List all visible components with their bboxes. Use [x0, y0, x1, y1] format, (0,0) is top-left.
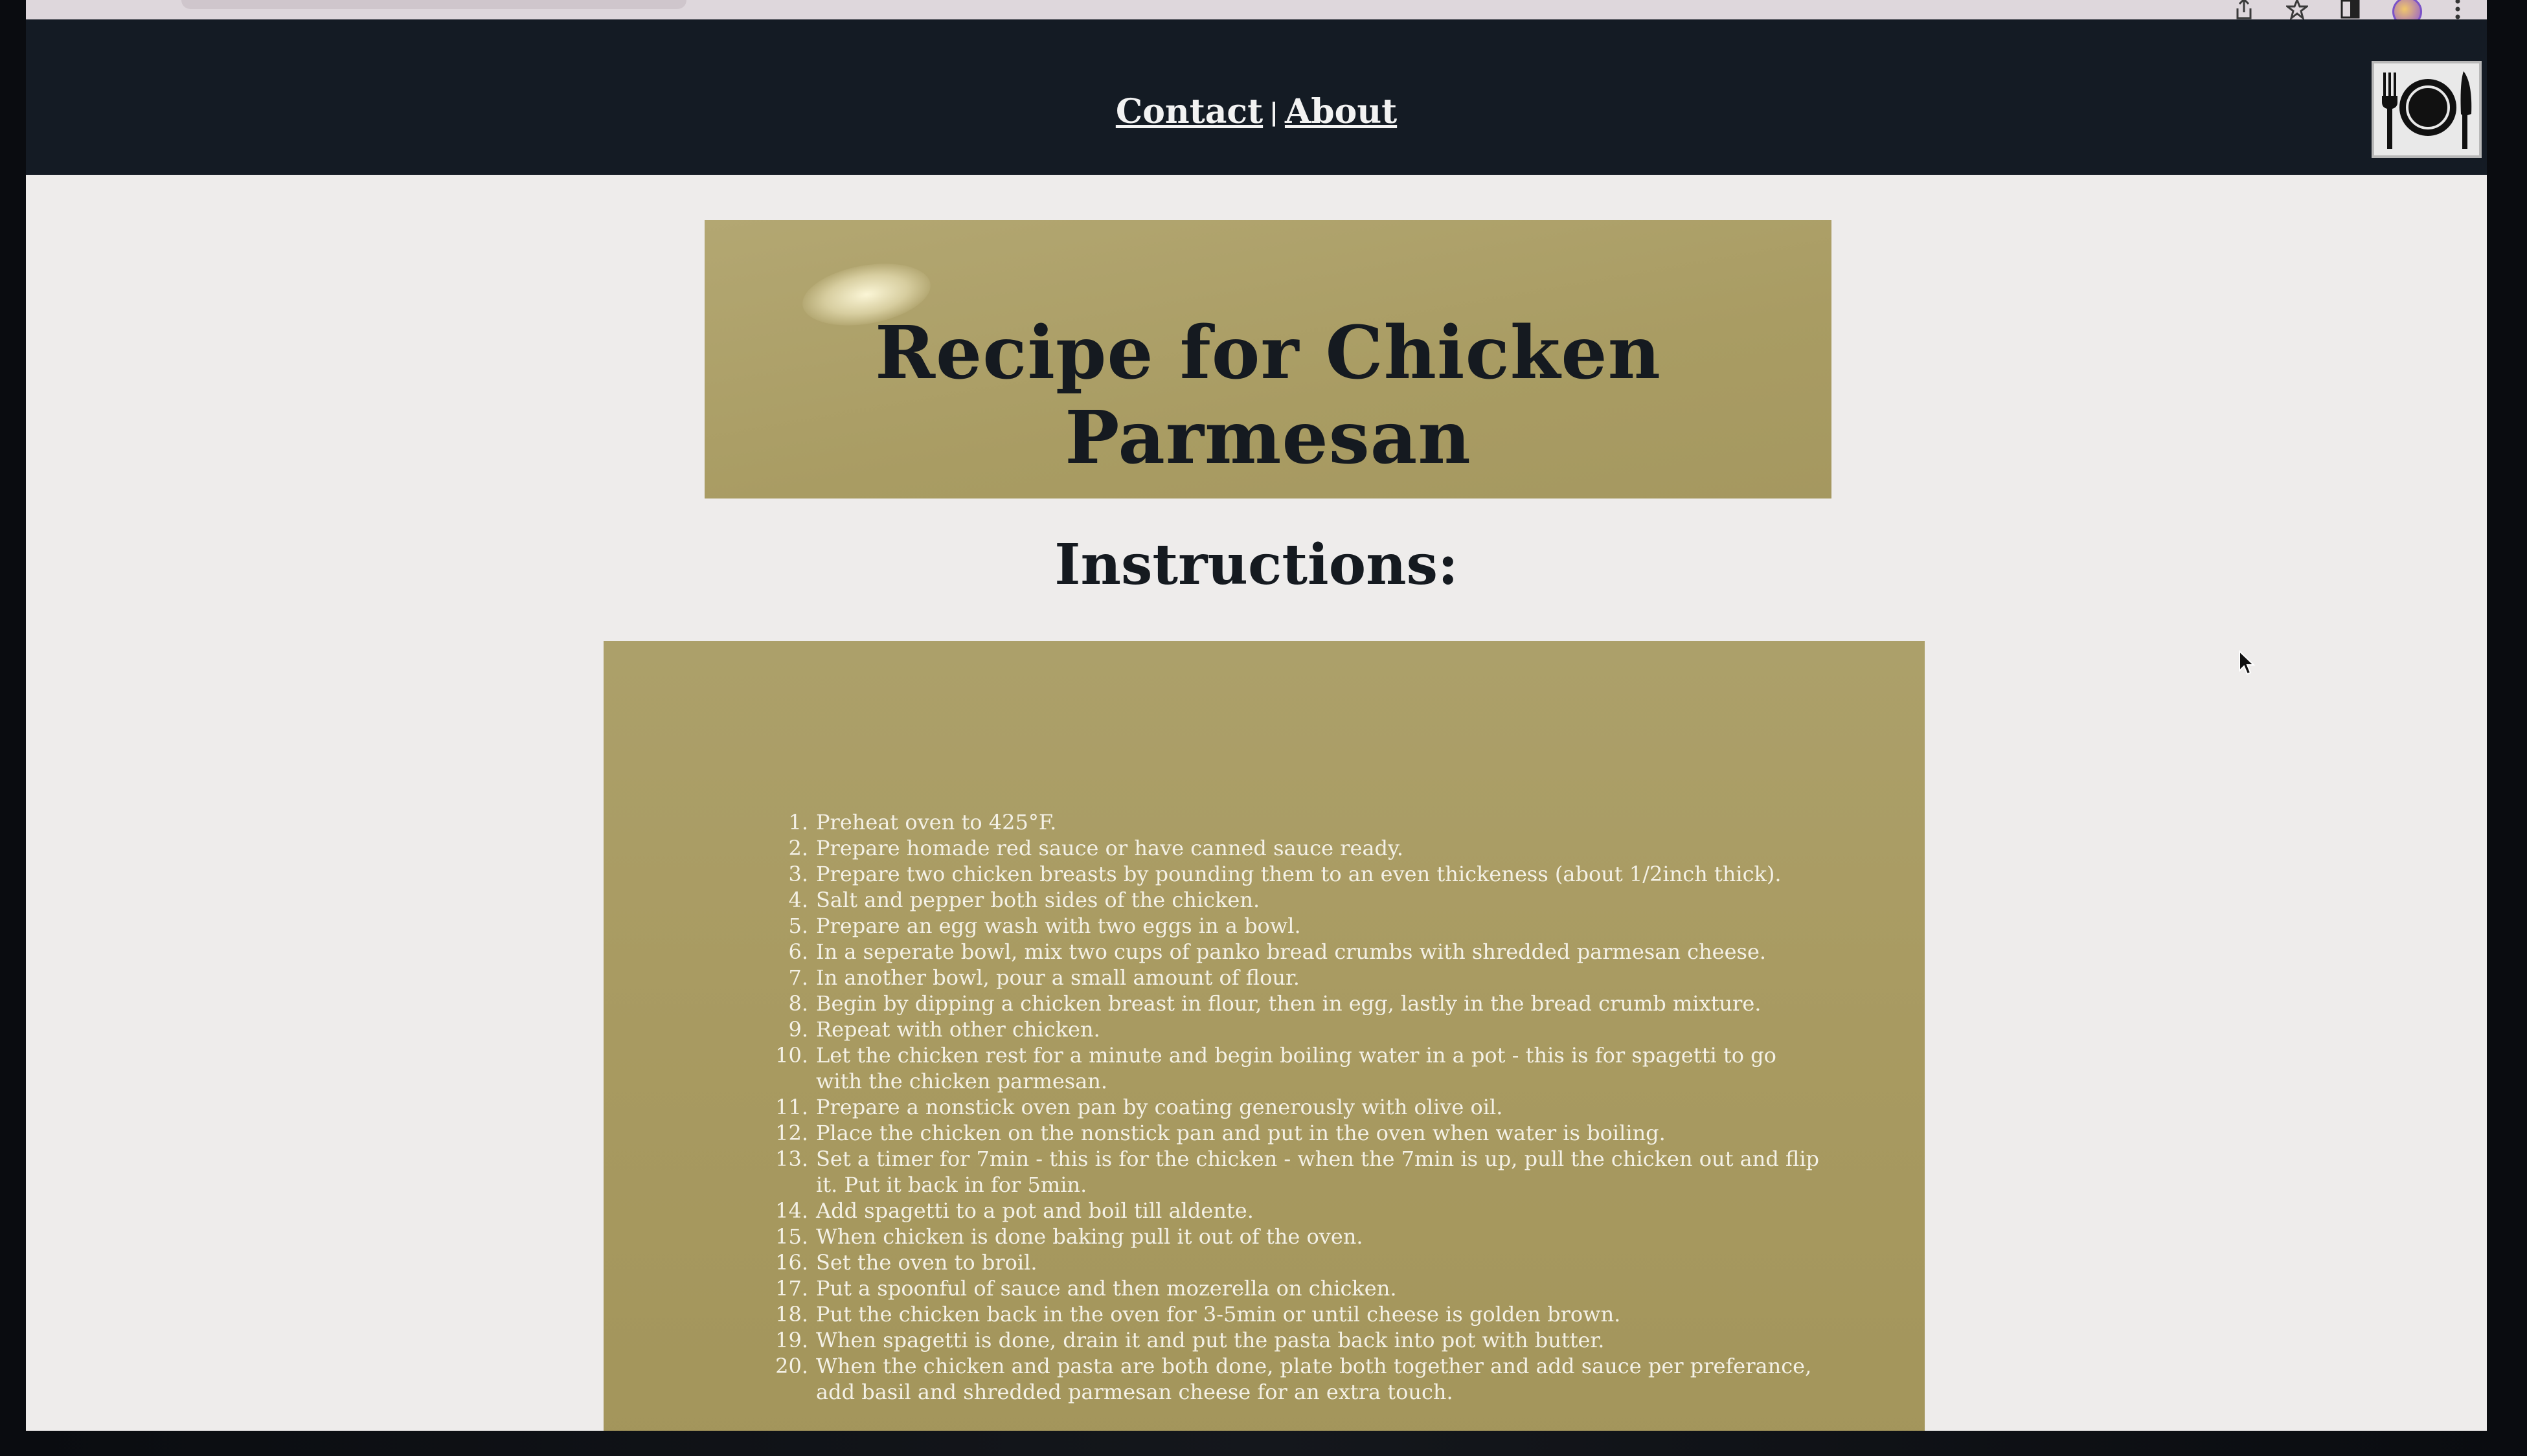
- instruction-step: Put a spoonful of sauce and then mozerel…: [772, 1275, 1397, 1301]
- instruction-step: Add spagetti to a pot and boil till alde…: [772, 1198, 1254, 1224]
- page-title: Recipe for Chicken Parmesan: [874, 311, 1662, 480]
- instruction-step: Preheat oven to 425°F.: [772, 809, 1057, 835]
- instruction-step: When the chicken and pasta are both done…: [772, 1353, 1812, 1404]
- instruction-step: Salt and pepper both sides of the chicke…: [772, 887, 1260, 913]
- nav-link-about[interactable]: About: [1285, 92, 1397, 131]
- instruction-step: In a seperate bowl, mix two cups of pank…: [772, 939, 1767, 965]
- nav-separator: |: [1269, 97, 1278, 126]
- instruction-step: Prepare homade red sauce or have canned …: [772, 835, 1404, 861]
- plate-fork-knife-icon: [2382, 71, 2472, 149]
- nav-link-contact[interactable]: Contact: [1116, 92, 1263, 131]
- instruction-step: Place the chicken on the nonstick pan an…: [772, 1120, 1666, 1146]
- instructions-card: Preheat oven to 425°F. Prepare homade re…: [604, 641, 1925, 1431]
- address-bar[interactable]: [181, 0, 686, 9]
- instruction-step: Prepare two chicken breasts by pounding …: [772, 861, 1782, 887]
- instructions-list: Preheat oven to 425°F. Prepare homade re…: [772, 809, 1826, 1405]
- site-header: Contact | About: [26, 19, 2487, 175]
- instruction-step: Begin by dipping a chicken breast in flo…: [772, 991, 1762, 1016]
- instruction-step: Let the chicken rest for a minute and be…: [772, 1042, 1776, 1093]
- instruction-step: In another bowl, pour a small amount of …: [772, 965, 1300, 991]
- title-card: Recipe for Chicken Parmesan: [705, 220, 1831, 498]
- instruction-step: Put the chicken back in the oven for 3-5…: [772, 1301, 1621, 1327]
- instruction-step: Set the oven to broil.: [772, 1249, 1037, 1275]
- instruction-step: When spagetti is done, drain it and put …: [772, 1327, 1605, 1353]
- instruction-step: When chicken is done baking pull it out …: [772, 1224, 1363, 1249]
- instructions-heading: Instructions:: [1054, 532, 1458, 598]
- instruction-step: Set a timer for 7min - this is for the c…: [772, 1146, 1820, 1197]
- instruction-step: Prepare a nonstick oven pan by coating g…: [772, 1094, 1503, 1120]
- site-logo[interactable]: [2372, 61, 2482, 158]
- main-nav: Contact | About: [26, 92, 2487, 131]
- instruction-step: Prepare an egg wash with two eggs in a b…: [772, 913, 1301, 939]
- mouse-cursor-icon: [2239, 650, 2256, 675]
- instruction-step: Repeat with other chicken.: [772, 1016, 1100, 1042]
- browser-viewport: Contact | About Recipe for Chicken Parmes: [26, 0, 2487, 1431]
